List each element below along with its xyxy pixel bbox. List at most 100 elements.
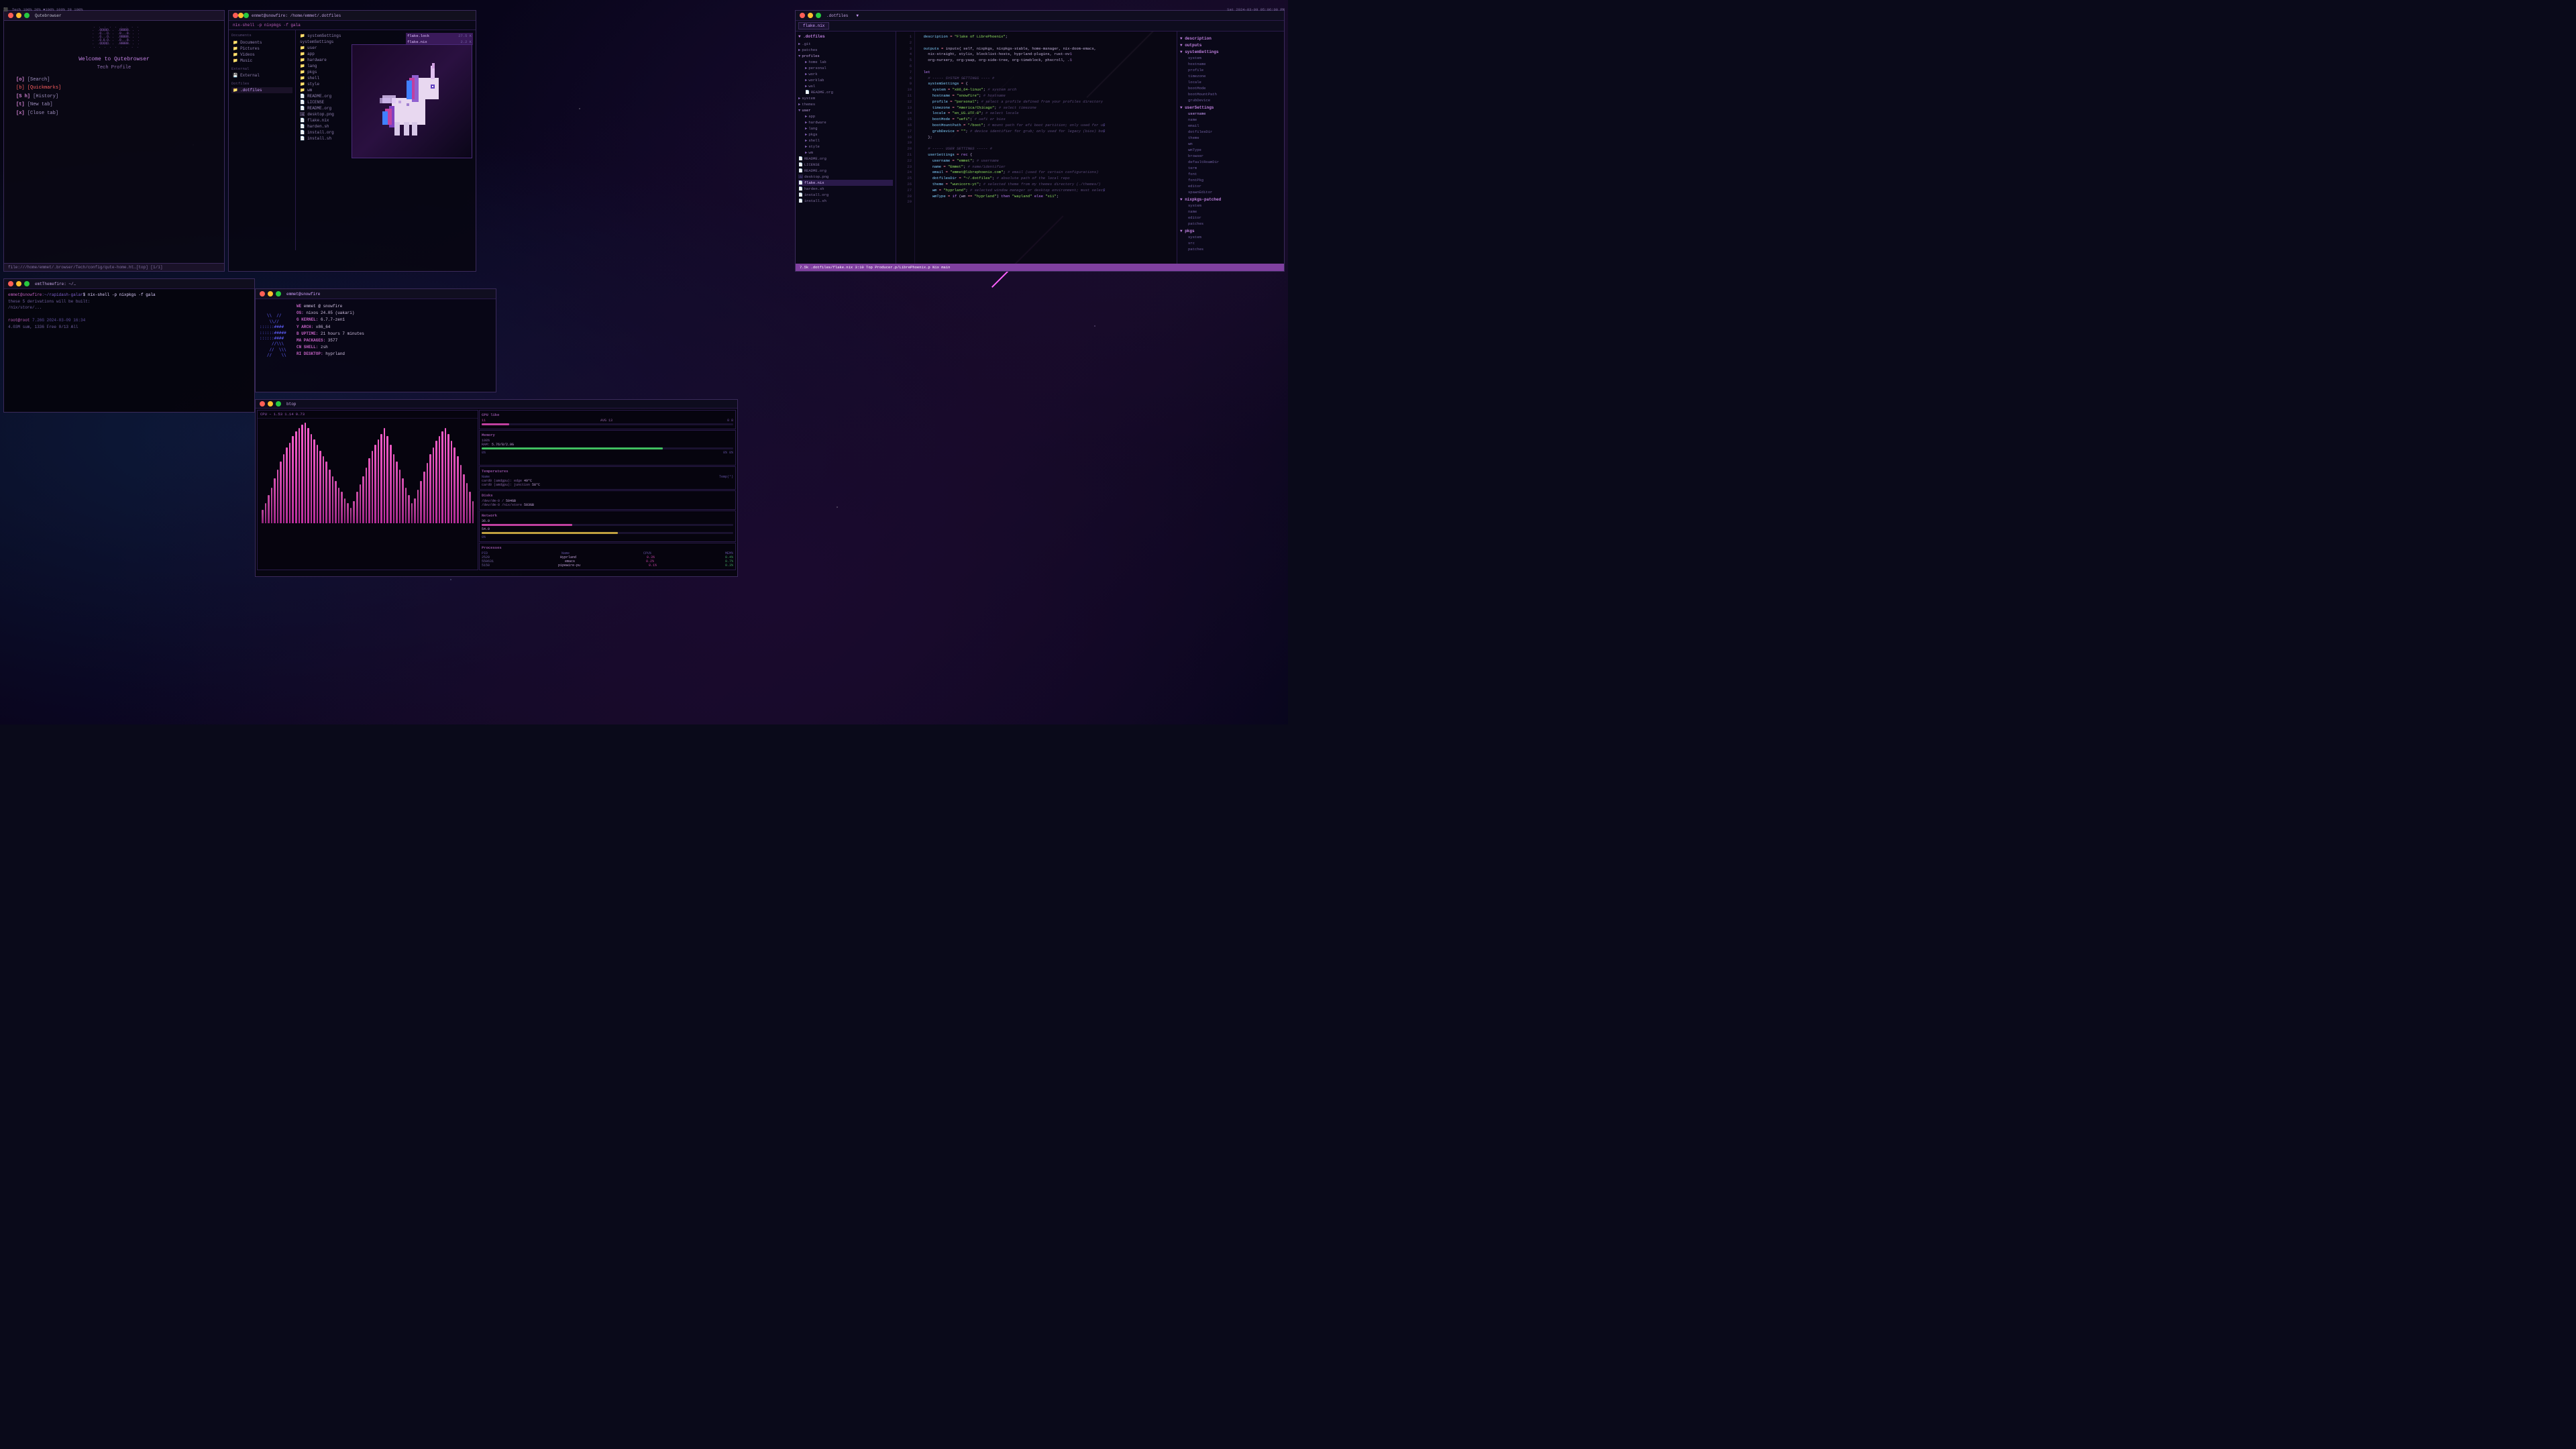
- tree-readme-p[interactable]: 📄 README.org: [798, 89, 893, 95]
- tree-pkgs[interactable]: ▶ pkgs: [798, 131, 893, 138]
- tree-work[interactable]: ▶ work: [798, 71, 893, 77]
- close-btn[interactable]: [8, 13, 13, 18]
- outline-pkgs-system[interactable]: system: [1180, 234, 1281, 240]
- fm-sidebar-dotfiles[interactable]: 📁 .dotfiles: [231, 87, 292, 93]
- tree-hardensh[interactable]: 📄 harden.sh: [798, 186, 893, 192]
- outline-theme[interactable]: theme: [1180, 135, 1281, 141]
- tree-flakenix[interactable]: 📄 flake.nix: [798, 180, 893, 186]
- fm-sidebar-music[interactable]: 📁 Music: [231, 58, 292, 64]
- outline-term[interactable]: term: [1180, 165, 1281, 171]
- fm-selected-flakelock[interactable]: flake.lock27.5 K: [406, 33, 473, 39]
- tree-wm[interactable]: ▶ wm: [798, 150, 893, 156]
- tree-hardware[interactable]: ▶ hardware: [798, 119, 893, 125]
- term-max[interactable]: [24, 281, 30, 286]
- outline-dotfilesdir[interactable]: dotfilesDir: [1180, 129, 1281, 135]
- qb-menu-closetab[interactable]: [x] [Close tab]: [16, 109, 212, 118]
- code-content[interactable]: description = "Flake of LibrePhoenix"; o…: [915, 32, 1177, 268]
- fm-max-btn[interactable]: [244, 13, 249, 18]
- fm-min-btn[interactable]: [238, 13, 244, 18]
- tree-lang[interactable]: ▶ lang: [798, 125, 893, 131]
- fm-close-btn[interactable]: [233, 13, 238, 18]
- outline-browser[interactable]: browser: [1180, 153, 1281, 159]
- tree-shell[interactable]: ▶ shell: [798, 138, 893, 144]
- tree-installog[interactable]: 📄 install.org: [798, 192, 893, 198]
- tree-installsh[interactable]: 📄 install.sh: [798, 198, 893, 204]
- outline-username[interactable]: username: [1180, 111, 1281, 117]
- tree-desktoppng[interactable]: 🖼 desktop.png: [798, 174, 893, 180]
- fm-item-systemsettings[interactable]: 📁 systemSettings: [299, 33, 400, 39]
- outline-np-editor[interactable]: editor: [1180, 215, 1281, 221]
- nf-close[interactable]: [260, 291, 265, 297]
- workspace-icon: ⬛: [3, 7, 8, 12]
- tree-worklab[interactable]: ▶ worklab: [798, 77, 893, 83]
- viz-bar-15: [307, 428, 309, 523]
- editor-close[interactable]: [800, 13, 805, 18]
- tree-license[interactable]: 📄 LICENSE: [798, 162, 893, 168]
- viz-bar-31: [356, 492, 358, 523]
- outline-hostname[interactable]: hostname: [1180, 61, 1281, 67]
- outline-name[interactable]: name: [1180, 117, 1281, 123]
- editor-code-area[interactable]: 12345 678910 1112131415 1617181920 21222…: [896, 32, 1177, 268]
- terminal-titlebar: emtThemefire: ~/…: [4, 279, 254, 289]
- term-line-blank: [8, 311, 250, 318]
- outline-bootmountpath[interactable]: bootMountPath: [1180, 91, 1281, 97]
- proc-pipewire[interactable]: 5150 pipewire-pu 0.1% 0.3%: [482, 564, 733, 568]
- outline-defaultroamdir[interactable]: defaultRoamDir: [1180, 159, 1281, 165]
- outline-system[interactable]: system: [1180, 55, 1281, 61]
- tree-user[interactable]: ▼ user: [798, 107, 893, 113]
- term-close[interactable]: [8, 281, 13, 286]
- qb-menu-quickmarks[interactable]: [b] [Quickmarks]: [16, 84, 212, 93]
- terminal-content[interactable]: emmet@snowfire:~/rapidash-galar$ nix-she…: [4, 289, 254, 409]
- btop-max[interactable]: [276, 401, 281, 407]
- fm-sidebar-videos[interactable]: 📁 Videos: [231, 52, 292, 58]
- btop-min[interactable]: [268, 401, 273, 407]
- outline-wmtype[interactable]: wmType: [1180, 147, 1281, 153]
- tree-profiles[interactable]: ▼ profiles: [798, 53, 893, 59]
- tree-git[interactable]: ▶ .git: [798, 41, 893, 47]
- tree-app[interactable]: ▶ app: [798, 113, 893, 119]
- tree-themes[interactable]: ▶ themes: [798, 101, 893, 107]
- outline-grubdevice[interactable]: grubDevice: [1180, 97, 1281, 103]
- fm-sidebar-external[interactable]: 💾 External: [231, 72, 292, 78]
- qb-menu-history[interactable]: [S h] [History]: [16, 93, 212, 101]
- outline-font[interactable]: font: [1180, 171, 1281, 177]
- tree-system[interactable]: ▶ system: [798, 95, 893, 101]
- outline-spawneditor[interactable]: spawnEditor: [1180, 189, 1281, 195]
- btop-close[interactable]: [260, 401, 265, 407]
- editor-min[interactable]: [808, 13, 813, 18]
- term-min[interactable]: [16, 281, 21, 286]
- minimize-btn[interactable]: [16, 13, 21, 18]
- btop-disks: Disks /dev/dm-0 / 504GB /dev/dm-0 /nix/s…: [479, 490, 736, 510]
- tree-patches[interactable]: ▶ patches: [798, 47, 893, 53]
- outline-wm[interactable]: wm: [1180, 141, 1281, 147]
- outline-np-patches[interactable]: patches: [1180, 221, 1281, 227]
- outline-fontpkg[interactable]: fontPkg: [1180, 177, 1281, 183]
- fm-sidebar-documents[interactable]: 📁 Documents: [231, 40, 292, 46]
- editor-tab-flakenix[interactable]: flake.nix: [798, 22, 829, 30]
- tree-wsl[interactable]: ▶ wsl: [798, 83, 893, 89]
- outline-locale[interactable]: locale: [1180, 79, 1281, 85]
- outline-np-name[interactable]: name: [1180, 209, 1281, 215]
- outline-editor[interactable]: editor: [1180, 183, 1281, 189]
- tree-homelab[interactable]: ▶ home lab: [798, 59, 893, 65]
- qb-menu-newtab[interactable]: [t] [New tab]: [16, 101, 212, 109]
- outline-bootmode[interactable]: bootMode: [1180, 85, 1281, 91]
- maximize-btn[interactable]: [24, 13, 30, 18]
- outline-pkgs-src[interactable]: src: [1180, 240, 1281, 246]
- fm-sidebar-pictures[interactable]: 📁 Pictures: [231, 46, 292, 52]
- outline-timezone[interactable]: timezone: [1180, 73, 1281, 79]
- nf-max[interactable]: [276, 291, 281, 297]
- outline-np-system[interactable]: system: [1180, 203, 1281, 209]
- code-line-24: email = "emmet@librephoenix.com"; # emai…: [919, 170, 1173, 176]
- tree-personal[interactable]: ▶ personal: [798, 65, 893, 71]
- tree-readme2[interactable]: 📄 README.org: [798, 156, 893, 162]
- outline-pkgs-patches[interactable]: patches: [1180, 246, 1281, 252]
- outline-profile[interactable]: profile: [1180, 67, 1281, 73]
- tree-style[interactable]: ▶ style: [798, 144, 893, 150]
- viz-bar-64: [457, 456, 459, 523]
- nf-min[interactable]: [268, 291, 273, 297]
- qb-menu-search[interactable]: [o] [Search]: [16, 76, 212, 85]
- outline-email[interactable]: email: [1180, 123, 1281, 129]
- editor-max[interactable]: [816, 13, 821, 18]
- tree-readme3[interactable]: 📄 README.org: [798, 168, 893, 174]
